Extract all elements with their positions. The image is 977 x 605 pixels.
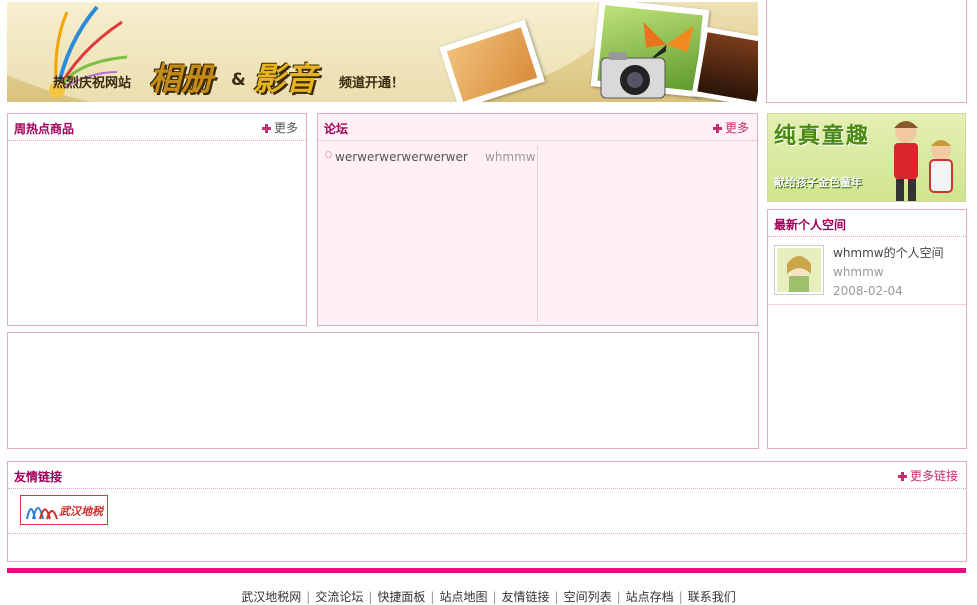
children-illustration — [894, 121, 953, 201]
friend-links-header: 友情链接 更多链接 — [8, 462, 966, 489]
footer-links: 武汉地税网 | 交流论坛 | 快捷面板 | 站点地图 | 友情链接 | 空间列表 | 站点存档 | 联系我们 — [241, 590, 736, 604]
friend-link-logo[interactable]: 武汉地税 — [20, 495, 108, 525]
banner-text-left: 热烈庆祝网站 — [53, 76, 132, 91]
footer-link[interactable]: 站点地图 — [439, 590, 487, 604]
friend-links-title: 友情链接 — [14, 470, 63, 484]
friend-links-more-link[interactable]: 更多链接 — [897, 467, 958, 484]
banner[interactable]: 热烈庆祝网站 相册 & 影音 频道开通！ — [7, 2, 758, 102]
middle-content-panel — [7, 332, 759, 449]
forum-post-row[interactable]: werwerwerwerwerwer whmmw — [318, 146, 537, 164]
footer-link[interactable]: 空间列表 — [564, 590, 612, 604]
hot-goods-header: 周热点商品 更多 — [8, 114, 306, 141]
footer-link[interactable]: 友情链接 — [502, 590, 550, 604]
space-list-item[interactable]: whmmw的个人空间 whmmw 2008-02-04 — [768, 240, 966, 305]
banner-text-right: 频道开通！ — [339, 76, 405, 91]
space-name-link[interactable]: whmmw的个人空间 — [833, 244, 944, 261]
kids-ad-caption: 献给孩子金色童年 — [774, 176, 862, 189]
forum-list: werwerwerwerwerwer whmmw — [318, 146, 538, 321]
avatar[interactable] — [774, 245, 824, 295]
hot-goods-panel: 周热点商品 更多 — [7, 113, 307, 326]
plus-icon — [712, 124, 722, 133]
forum-header: 论坛 更多 — [318, 114, 757, 141]
forum-post-title[interactable]: werwerwerwerwerwer — [335, 150, 468, 164]
friend-links-divider — [8, 533, 966, 534]
forum-post-author[interactable]: whmmw — [485, 150, 536, 164]
space-date: 2008-02-04 — [833, 284, 903, 298]
hot-goods-more-label: 更多 — [273, 121, 298, 135]
right-top-panel — [766, 0, 967, 103]
footer-link[interactable]: 武汉地税网 — [241, 590, 301, 604]
footer-divider — [7, 568, 966, 573]
friend-link-logo-text: 武汉地税 — [59, 505, 103, 518]
hot-goods-more-link[interactable]: 更多 — [261, 119, 298, 136]
kids-ad-banner[interactable]: 纯真童趣 献给孩子金色童年 — [767, 113, 966, 202]
banner-word-media: 影音 — [253, 60, 318, 98]
latest-spaces-panel: 最新个人空间 whmmw的个人空间 whmmw 2008-02-04 — [767, 209, 967, 449]
banner-ampersand: & — [231, 70, 246, 90]
hot-goods-title: 周热点商品 — [14, 122, 75, 136]
avatar-icon — [777, 248, 821, 292]
friend-links-panel: 友情链接 更多链接 武汉地税 — [7, 461, 967, 562]
footer-link[interactable]: 站点存档 — [626, 590, 674, 604]
plus-icon — [261, 124, 271, 133]
plus-icon — [897, 472, 907, 481]
footer-link[interactable]: 交流论坛 — [315, 590, 363, 604]
forum-title: 论坛 — [324, 122, 349, 136]
friend-links-more-label: 更多链接 — [909, 469, 958, 483]
forum-panel: 论坛 更多 werwerwerwerwerwer whmmw — [317, 113, 758, 326]
forum-more-link[interactable]: 更多 — [712, 119, 749, 136]
footer-link[interactable]: 快捷面板 — [377, 590, 425, 604]
latest-spaces-title: 最新个人空间 — [774, 218, 847, 232]
space-user[interactable]: whmmw — [833, 265, 884, 279]
banner-word-album: 相册 — [149, 60, 214, 98]
bullet-icon — [325, 151, 332, 158]
kids-ad-headline: 纯真童趣 — [774, 124, 871, 149]
wuhan-tax-logo-icon — [26, 507, 58, 520]
photo-print-sunset — [691, 26, 758, 102]
camera-icon — [600, 52, 666, 99]
footer-link[interactable]: 联系我们 — [688, 590, 736, 604]
forum-more-label: 更多 — [724, 121, 749, 135]
latest-spaces-header: 最新个人空间 — [768, 210, 966, 237]
